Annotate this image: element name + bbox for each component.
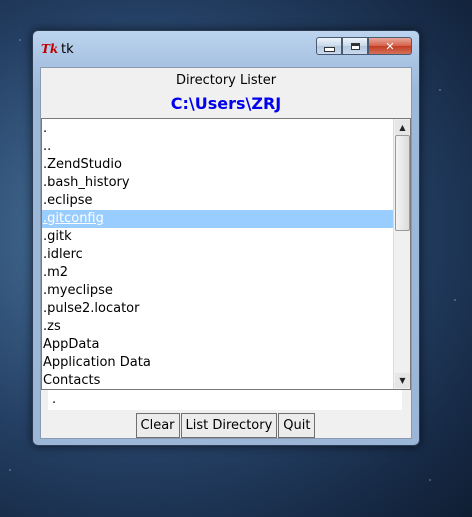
list-item[interactable]: .. — [42, 138, 393, 156]
close-icon: ✕ — [385, 39, 395, 53]
list-item[interactable]: .gitk — [42, 228, 393, 246]
scroll-down-arrow-icon: ▼ — [399, 376, 406, 385]
clear-button[interactable]: Clear — [135, 413, 180, 438]
maximize-button[interactable] — [342, 37, 368, 55]
minimize-button[interactable] — [316, 37, 342, 55]
list-item[interactable]: .bash_history — [42, 174, 393, 192]
window-title: tk — [61, 42, 74, 57]
file-list: ... .ZendStudio .bash_history .eclipse .gitc… — [42, 120, 393, 389]
window-controls: ✕ — [316, 37, 412, 55]
scroll-up-button[interactable]: ▲ — [395, 120, 410, 135]
vertical-scrollbar[interactable]: ▲ ▼ — [393, 119, 410, 389]
current-directory-label: C:\Users\ZRJ — [170, 94, 282, 113]
list-item[interactable]: AppData — [42, 336, 393, 354]
list-item[interactable]: .ZendStudio — [42, 156, 393, 174]
list-item[interactable]: Application Data — [42, 354, 393, 372]
minimize-icon — [323, 46, 335, 52]
maximize-icon — [350, 42, 360, 50]
window-client-area: Directory Lister C:\Users\ZRJ ... .ZendSt… — [40, 67, 412, 439]
quit-button[interactable]: Quit — [278, 413, 316, 438]
directory-entry-field[interactable]: . — [48, 390, 402, 410]
button-row: Clear List Directory Quit — [41, 413, 411, 438]
scrollbar-thumb[interactable] — [395, 135, 410, 231]
scroll-up-arrow-icon: ▲ — [399, 123, 406, 132]
title-bar[interactable]: Tk tk ✕ — [33, 31, 419, 65]
scroll-down-button[interactable]: ▼ — [395, 373, 410, 388]
list-item[interactable]: .eclipse — [42, 192, 393, 210]
list-item[interactable]: .myeclipse — [42, 282, 393, 300]
list-item[interactable]: Contacts — [42, 372, 393, 389]
tk-window: Tk tk ✕ Directory Lister C:\Users\ZRJ ..… — [32, 30, 420, 446]
tk-logo-icon: Tk — [41, 42, 59, 56]
list-item[interactable]: .m2 — [42, 264, 393, 282]
list-item[interactable]: .idlerc — [42, 246, 393, 264]
close-button[interactable]: ✕ — [368, 37, 412, 55]
directory-listbox[interactable]: ... .ZendStudio .bash_history .eclipse .gitc… — [41, 118, 411, 390]
list-item[interactable]: .zs — [42, 318, 393, 336]
list-item[interactable]: .gitconfig — [42, 210, 393, 228]
list-item[interactable]: .pulse2.locator — [42, 300, 393, 318]
list-item[interactable]: . — [42, 120, 393, 138]
list-directory-button[interactable]: List Directory — [180, 413, 278, 438]
page-title: Directory Lister — [175, 73, 277, 88]
